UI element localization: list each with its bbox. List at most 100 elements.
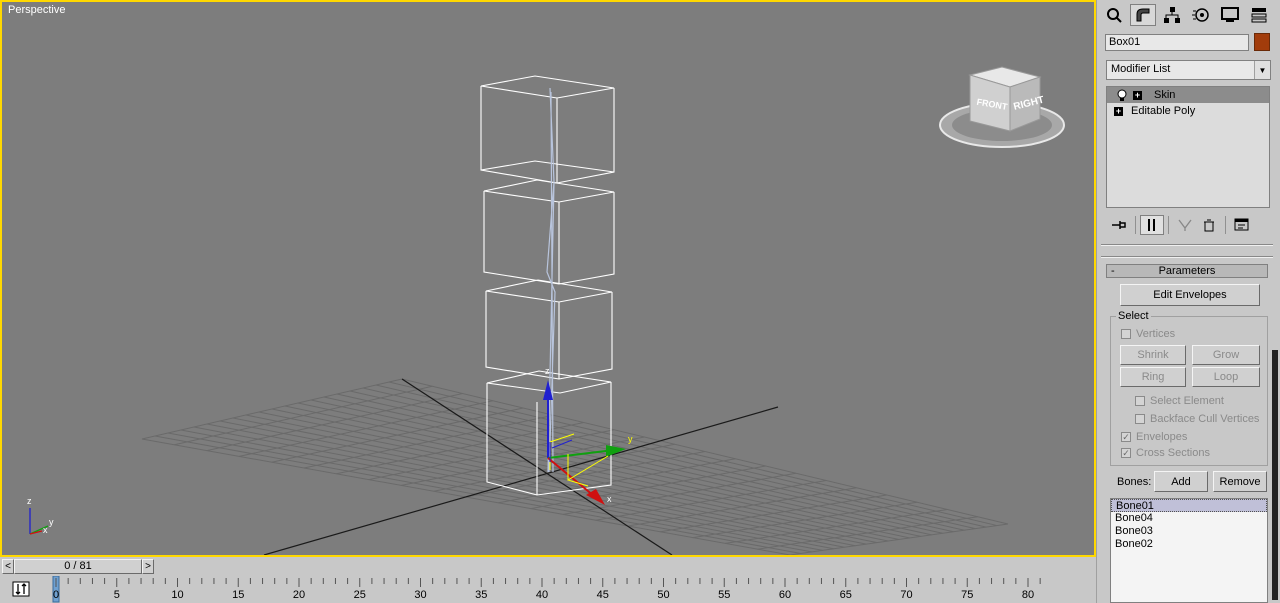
key-mode-button[interactable]: [11, 580, 31, 598]
timeline-tick-label: 65: [840, 589, 852, 601]
modifier-list-label: Modifier List: [1111, 63, 1171, 75]
display-tab[interactable]: [1217, 4, 1243, 26]
checkbox-box: [1135, 414, 1145, 424]
remove-modifier-icon: [1204, 219, 1214, 232]
checkbox-checked: ✓: [1121, 448, 1131, 458]
stack-item-label: Editable Poly: [1131, 105, 1196, 117]
shrink-button[interactable]: Shrink: [1120, 345, 1186, 365]
expand-icon[interactable]: +: [1133, 90, 1142, 100]
stack-item-skin[interactable]: + Skin: [1107, 87, 1269, 103]
gizmo-y-label: y: [628, 434, 633, 444]
envelopes-checkbox[interactable]: ✓ Envelopes: [1121, 431, 1187, 443]
timeline-tick-label: 70: [900, 589, 912, 601]
panel-divider: [1101, 244, 1273, 246]
rollout-collapse-icon: -: [1111, 265, 1115, 277]
modifier-stack[interactable]: + Skin + Editable Poly: [1106, 86, 1270, 208]
time-slider-thumb[interactable]: 0 / 81: [14, 559, 142, 574]
stack-item-label: Skin: [1154, 89, 1176, 101]
grow-button[interactable]: Grow: [1192, 345, 1260, 365]
list-item[interactable]: Bone04: [1111, 512, 1267, 525]
utilities-icon: [1251, 8, 1267, 23]
envelopes-label: Envelopes: [1136, 431, 1188, 443]
tripod-x-label: x: [43, 525, 48, 535]
vertices-checkbox[interactable]: Vertices: [1121, 328, 1175, 340]
stack-item-editable-poly[interactable]: + Editable Poly: [1107, 103, 1269, 119]
loop-button[interactable]: Loop: [1192, 367, 1260, 387]
configure-sets-icon: [1234, 218, 1249, 231]
utilities-tab[interactable]: [1246, 4, 1272, 26]
modify-tab[interactable]: [1130, 4, 1156, 26]
motion-icon: [1192, 8, 1209, 22]
hierarchy-icon: [1164, 7, 1180, 23]
rollout-title: Parameters: [1158, 265, 1216, 277]
pin-stack-button[interactable]: [1107, 215, 1131, 235]
toolbar-divider: [1135, 216, 1136, 234]
backface-cull-label: Backface Cull Vertices: [1150, 413, 1260, 425]
modifier-list-dropdown[interactable]: Modifier List ▼: [1106, 60, 1271, 80]
viewport-scene: z y x FRONT RIGHT z y x: [27, 66, 1065, 555]
remove-modifier-button[interactable]: [1197, 215, 1221, 235]
list-item[interactable]: Bone01: [1111, 499, 1267, 512]
chevron-right-icon: >: [145, 561, 151, 572]
command-panel: Box01 Modifier List ▼ + Skin + Editable …: [1096, 0, 1280, 603]
backface-cull-checkbox[interactable]: Backface Cull Vertices: [1135, 413, 1259, 425]
scrollbar-thumb[interactable]: [1272, 350, 1278, 600]
timeline-tick-label: 80: [1022, 589, 1034, 601]
gizmo-z-label: z: [545, 366, 550, 376]
ring-button[interactable]: Ring: [1120, 367, 1186, 387]
make-unique-button[interactable]: [1173, 215, 1197, 235]
expand-icon[interactable]: +: [1114, 106, 1123, 116]
timeline-tick-label: 5: [114, 589, 120, 601]
chevron-down-icon[interactable]: ▼: [1254, 61, 1270, 79]
parameters-rollout-header[interactable]: - Parameters: [1106, 264, 1268, 278]
object-name-field[interactable]: Box01: [1105, 34, 1249, 51]
remove-bone-button[interactable]: Remove: [1213, 471, 1267, 492]
timeline-tick-label: 45: [597, 589, 609, 601]
create-icon: [1107, 8, 1122, 23]
configure-sets-button[interactable]: [1230, 215, 1254, 235]
bones-list[interactable]: Bone01 Bone04 Bone03 Bone02: [1110, 498, 1268, 603]
timeline-tick-label: 0: [53, 589, 59, 601]
modify-icon: [1136, 8, 1150, 22]
timeline-area: < 0 / 81 > 0 5 10 15 20 25 30 35 40 45 50 55 60 65 70 7…: [0, 557, 1096, 603]
timeline-tick-label: 15: [232, 589, 244, 601]
time-slider-track[interactable]: 0 / 81: [14, 559, 142, 574]
next-frame-button[interactable]: >: [142, 559, 154, 574]
stack-toolbar: [1107, 214, 1273, 236]
bones-label: Bones:: [1117, 476, 1152, 488]
panel-scrollbar[interactable]: [1272, 250, 1278, 600]
list-item[interactable]: Bone03: [1111, 525, 1267, 538]
time-slider[interactable]: < 0 / 81 >: [2, 559, 154, 574]
motion-tab[interactable]: [1188, 4, 1214, 26]
timeline-tick-label: 50: [657, 589, 669, 601]
display-icon: [1221, 7, 1239, 22]
add-bone-button[interactable]: Add: [1154, 471, 1208, 492]
object-color-swatch[interactable]: [1254, 33, 1270, 51]
command-panel-tabs: [1101, 4, 1277, 26]
timeline-tick-label: 40: [536, 589, 548, 601]
checkbox-checked: ✓: [1121, 432, 1131, 442]
viewcube: FRONT RIGHT: [939, 66, 1065, 148]
show-end-result-icon: [1148, 219, 1155, 231]
timeline-tick-label: 75: [961, 589, 973, 601]
toolbar-divider: [1168, 216, 1169, 234]
chevron-left-icon: <: [5, 561, 11, 572]
select-element-label: Select Element: [1150, 395, 1224, 407]
checkbox-box: [1121, 329, 1131, 339]
hierarchy-tab[interactable]: [1159, 4, 1185, 26]
toolbar-divider: [1225, 216, 1226, 234]
create-tab[interactable]: [1101, 4, 1127, 26]
lightbulb-icon[interactable]: [1115, 88, 1129, 102]
vertices-label: Vertices: [1136, 328, 1176, 340]
prev-frame-button[interactable]: <: [2, 559, 14, 574]
edit-envelopes-button[interactable]: Edit Envelopes: [1120, 284, 1260, 306]
gizmo-x-label: x: [607, 494, 612, 504]
list-item[interactable]: Bone02: [1111, 538, 1267, 551]
show-end-result-button[interactable]: [1140, 215, 1164, 235]
select-group-label: Select: [1116, 310, 1151, 322]
select-element-checkbox[interactable]: Select Element: [1135, 395, 1224, 407]
perspective-viewport[interactable]: Perspective z y x FRONT RIGHT z y x: [0, 0, 1096, 557]
timeline-track[interactable]: 0 5 10 15 20 25 30 35 40 45 50 55 60 65 70 75 80: [50, 576, 1096, 603]
cross-sections-checkbox[interactable]: ✓ Cross Sections: [1121, 447, 1210, 459]
pin-stack-icon: [1112, 221, 1126, 229]
